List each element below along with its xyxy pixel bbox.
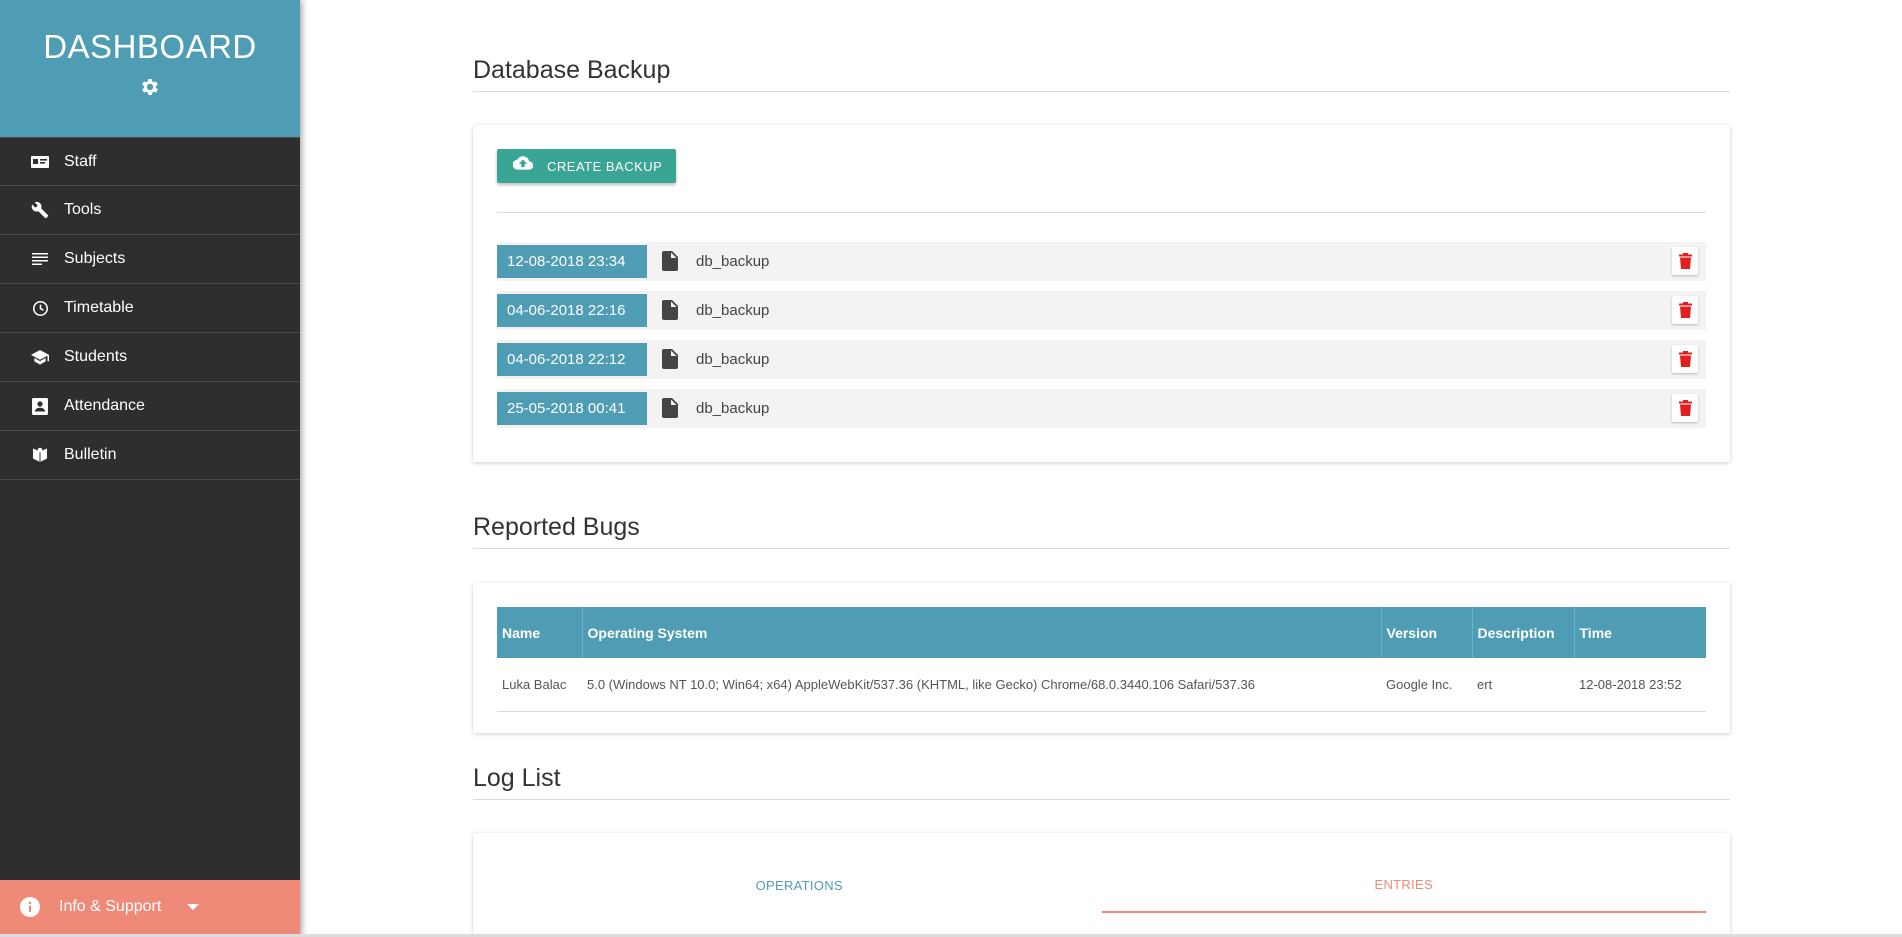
table-cell: ert xyxy=(1472,658,1574,712)
sidebar-item-label: Attendance xyxy=(64,397,145,414)
backup-row: 25-05-2018 00:41 db_backup xyxy=(497,389,1706,428)
backup-name[interactable]: db_backup xyxy=(696,302,769,319)
backup-name[interactable]: db_backup xyxy=(696,400,769,417)
log-list-section: Log List xyxy=(473,764,1730,800)
backup-row: 12-08-2018 23:34 db_backup xyxy=(497,242,1706,281)
lines-icon xyxy=(31,250,49,268)
sidebar-item-tools[interactable]: Tools xyxy=(0,186,300,235)
sidebar-item-label: Timetable xyxy=(64,299,134,316)
sidebar-item-label: Bulletin xyxy=(64,446,117,463)
brand-header: DASHBOARD xyxy=(0,0,300,137)
section-title: Log List xyxy=(473,764,1730,800)
clock-icon xyxy=(31,299,49,317)
file-icon xyxy=(662,299,680,322)
column-header[interactable]: Time xyxy=(1574,607,1706,658)
column-header[interactable]: Description xyxy=(1472,607,1575,658)
contact-card-icon xyxy=(31,397,49,415)
sidebar-item-bulletin[interactable]: Bulletin xyxy=(0,431,300,480)
delete-backup-button[interactable] xyxy=(1672,296,1698,324)
backup-card: CREATE BACKUP 12-08-2018 23:34 db_backup… xyxy=(473,125,1730,462)
table-cell: 5.0 (Windows NT 10.0; Win64; x64) AppleW… xyxy=(582,658,1381,712)
sidebar-item-label: Subjects xyxy=(64,250,126,267)
backup-name[interactable]: db_backup xyxy=(696,253,769,270)
backup-row: 04-06-2018 22:12 db_backup xyxy=(497,340,1706,379)
id-card-icon xyxy=(31,153,49,171)
trash-icon xyxy=(1678,302,1692,318)
column-header[interactable]: Name xyxy=(497,607,583,658)
sidebar-item-label: Staff xyxy=(64,152,97,170)
table-cell: Google Inc. xyxy=(1381,658,1472,712)
brand-title: DASHBOARD xyxy=(43,28,257,65)
database-backup-section: Database Backup xyxy=(473,56,1730,92)
tab-entries[interactable]: ENTRIES xyxy=(1101,857,1706,913)
backup-date: 12-08-2018 23:34 xyxy=(497,245,647,278)
page-title: Database Backup xyxy=(473,56,1730,92)
open-book-icon xyxy=(31,446,49,464)
info-support-label: Info & Support xyxy=(59,898,162,915)
delete-backup-button[interactable] xyxy=(1672,394,1698,422)
chevron-down-icon xyxy=(187,904,200,910)
sidebar-item-attendance[interactable]: Attendance xyxy=(0,382,300,431)
delete-backup-button[interactable] xyxy=(1672,247,1698,275)
backup-name[interactable]: db_backup xyxy=(696,351,769,368)
backup-date: 25-05-2018 00:41 xyxy=(497,392,647,425)
sidebar-item-timetable[interactable]: Timetable xyxy=(0,284,300,333)
trash-icon xyxy=(1678,253,1692,269)
graduation-cap-icon xyxy=(31,348,49,366)
column-header[interactable]: Operating System xyxy=(582,607,1382,658)
file-icon xyxy=(662,348,680,371)
info-support-button[interactable]: Info & Support xyxy=(0,880,300,934)
wrench-icon xyxy=(31,201,49,219)
sidebar: DASHBOARD Staff Tools Subjects Timetable… xyxy=(0,0,300,937)
table-cell: Luka Balac xyxy=(497,658,582,712)
table-row: Luka Balac 5.0 (Windows NT 10.0; Win64; … xyxy=(497,658,1706,712)
log-tabs: OPERATIONS ENTRIES xyxy=(497,857,1706,913)
divider xyxy=(497,212,1706,213)
sidebar-item-label: Tools xyxy=(64,201,102,218)
cloud-upload-icon xyxy=(512,156,534,176)
bugs-card: Name Operating System Version Descriptio… xyxy=(473,583,1730,733)
trash-icon xyxy=(1678,400,1692,416)
trash-icon xyxy=(1678,351,1692,367)
table-header-row: Name Operating System Version Descriptio… xyxy=(497,607,1706,658)
log-card: OPERATIONS ENTRIES xyxy=(473,833,1730,937)
gear-icon[interactable] xyxy=(139,76,161,98)
backup-date: 04-06-2018 22:12 xyxy=(497,343,647,376)
backup-row: 04-06-2018 22:16 db_backup xyxy=(497,291,1706,330)
file-icon xyxy=(662,397,680,420)
table-cell: 12-08-2018 23:52 xyxy=(1574,658,1706,712)
reported-bugs-section: Reported Bugs xyxy=(473,513,1730,549)
delete-backup-button[interactable] xyxy=(1672,345,1698,373)
section-title: Reported Bugs xyxy=(473,513,1730,549)
sidebar-nav: Staff Tools Subjects Timetable Students xyxy=(0,137,300,480)
sidebar-item-students[interactable]: Students xyxy=(0,333,300,382)
create-backup-label: CREATE BACKUP xyxy=(547,158,663,174)
info-icon xyxy=(20,897,40,917)
create-backup-button[interactable]: CREATE BACKUP xyxy=(497,149,677,183)
file-icon xyxy=(662,250,680,273)
bugs-table: Name Operating System Version Descriptio… xyxy=(497,607,1706,712)
column-header[interactable]: Version xyxy=(1381,607,1473,658)
sidebar-item-staff[interactable]: Staff xyxy=(0,137,300,186)
tab-operations[interactable]: OPERATIONS xyxy=(497,857,1102,913)
backup-date: 04-06-2018 22:16 xyxy=(497,294,647,327)
sidebar-item-subjects[interactable]: Subjects xyxy=(0,235,300,284)
sidebar-item-label: Students xyxy=(64,348,128,365)
